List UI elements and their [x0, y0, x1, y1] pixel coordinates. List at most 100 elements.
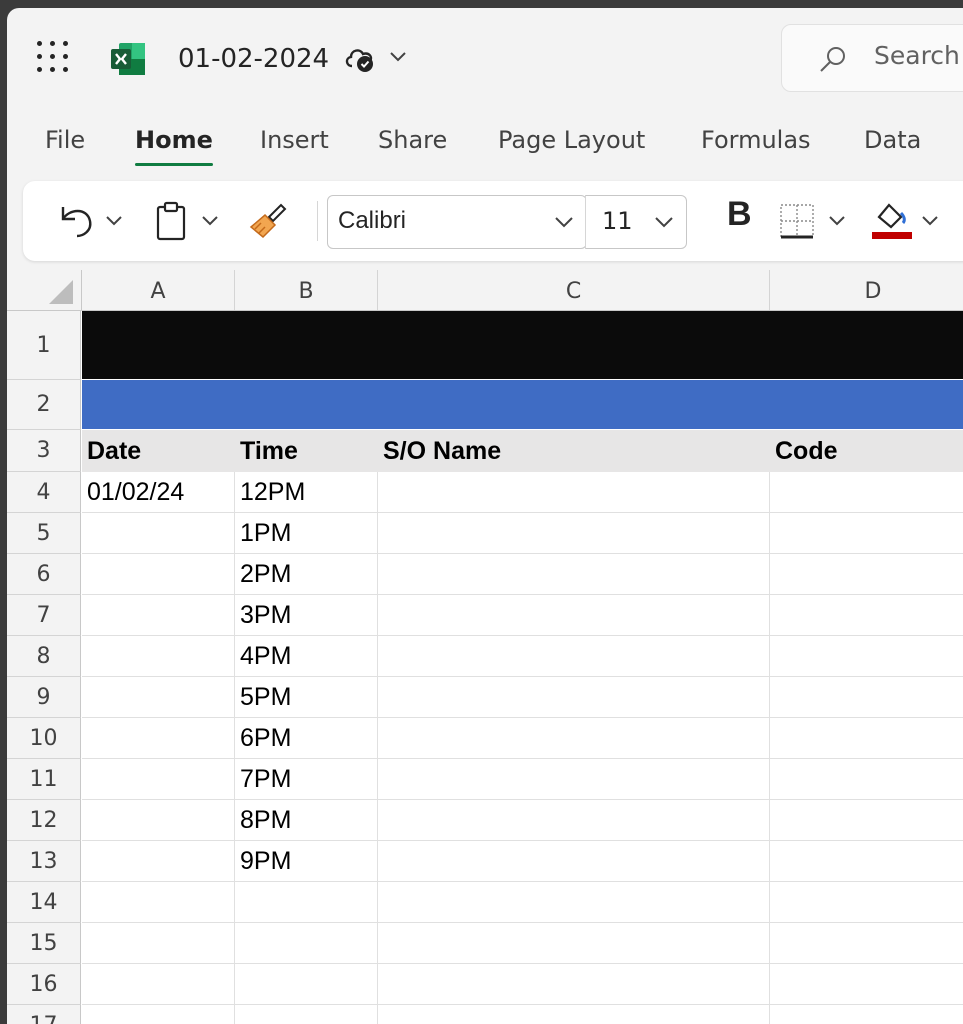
- table-cell[interactable]: [770, 1005, 963, 1024]
- tab-page-layout[interactable]: Page Layout: [498, 124, 645, 156]
- row-header[interactable]: 2: [7, 380, 81, 430]
- undo-icon[interactable]: [57, 203, 97, 239]
- table-cell[interactable]: [235, 882, 378, 923]
- table-cell[interactable]: [82, 595, 235, 636]
- table-cell[interactable]: [378, 759, 770, 800]
- row-header[interactable]: 17: [7, 1005, 81, 1024]
- font-name-dropdown[interactable]: Calibri: [327, 195, 587, 249]
- table-cell[interactable]: [770, 636, 963, 677]
- row-header[interactable]: 14: [7, 882, 81, 923]
- row-header[interactable]: 6: [7, 554, 81, 595]
- table-cell[interactable]: [378, 964, 770, 1005]
- table-cell[interactable]: [378, 677, 770, 718]
- fill-color-icon[interactable]: [871, 199, 913, 241]
- table-cell[interactable]: [82, 841, 235, 882]
- table-cell[interactable]: [378, 636, 770, 677]
- table-cell[interactable]: [770, 677, 963, 718]
- table-cell[interactable]: [82, 1005, 235, 1024]
- table-cell[interactable]: 01/02/24: [82, 472, 235, 513]
- table-cell[interactable]: [770, 595, 963, 636]
- row-header[interactable]: 11: [7, 759, 81, 800]
- row-header[interactable]: 7: [7, 595, 81, 636]
- select-all-button[interactable]: [7, 270, 82, 310]
- row-header[interactable]: 10: [7, 718, 81, 759]
- table-cell[interactable]: 12PM: [235, 472, 378, 513]
- table-cell[interactable]: [770, 923, 963, 964]
- table-cell[interactable]: [770, 513, 963, 554]
- tab-file[interactable]: File: [45, 124, 85, 156]
- table-cell[interactable]: [770, 800, 963, 841]
- table-cell[interactable]: [235, 923, 378, 964]
- table-cell[interactable]: 6PM: [235, 718, 378, 759]
- table-cell[interactable]: [82, 923, 235, 964]
- table-cell[interactable]: [82, 636, 235, 677]
- table-cell[interactable]: [82, 677, 235, 718]
- table-cell[interactable]: [378, 595, 770, 636]
- row-header[interactable]: 5: [7, 513, 81, 554]
- column-header-c[interactable]: C: [378, 270, 770, 310]
- table-cell[interactable]: [82, 718, 235, 759]
- header-cell[interactable]: S/O Name: [378, 430, 770, 472]
- format-painter-icon[interactable]: [247, 203, 287, 239]
- accent-band-row[interactable]: [82, 380, 963, 429]
- table-cell[interactable]: [770, 759, 963, 800]
- header-cell[interactable]: Date: [82, 430, 235, 472]
- tab-formulas[interactable]: Formulas: [701, 124, 811, 156]
- tab-home[interactable]: Home: [135, 124, 213, 156]
- title-band-row[interactable]: [82, 311, 963, 379]
- row-header[interactable]: 3: [7, 430, 81, 472]
- tab-data[interactable]: Data: [864, 124, 921, 156]
- spreadsheet-grid[interactable]: A B C D 1 2 3 Date Time S/O Name Code 4 01/02/24…: [7, 270, 963, 1024]
- table-cell[interactable]: 5PM: [235, 677, 378, 718]
- paste-icon[interactable]: [155, 201, 189, 241]
- table-cell[interactable]: [82, 800, 235, 841]
- bold-button[interactable]: B: [727, 195, 752, 234]
- search-box[interactable]: Search: [781, 24, 963, 92]
- table-cell[interactable]: 3PM: [235, 595, 378, 636]
- undo-dropdown-chevron-icon[interactable]: [105, 215, 123, 227]
- excel-logo-icon[interactable]: [111, 43, 145, 75]
- font-size-dropdown[interactable]: 11: [585, 195, 687, 249]
- table-cell[interactable]: [378, 554, 770, 595]
- row-header[interactable]: 8: [7, 636, 81, 677]
- table-cell[interactable]: [770, 841, 963, 882]
- table-cell[interactable]: [378, 1005, 770, 1024]
- cloud-saved-icon[interactable]: [343, 44, 377, 74]
- table-cell[interactable]: [378, 882, 770, 923]
- row-header[interactable]: 15: [7, 923, 81, 964]
- table-cell[interactable]: 9PM: [235, 841, 378, 882]
- table-cell[interactable]: [378, 800, 770, 841]
- table-cell[interactable]: [770, 882, 963, 923]
- table-cell[interactable]: [82, 513, 235, 554]
- table-cell[interactable]: 1PM: [235, 513, 378, 554]
- row-header[interactable]: 16: [7, 964, 81, 1005]
- table-cell[interactable]: [235, 964, 378, 1005]
- tab-insert[interactable]: Insert: [260, 124, 329, 156]
- table-cell[interactable]: [378, 923, 770, 964]
- document-title[interactable]: 01-02-2024: [178, 42, 329, 76]
- table-cell[interactable]: 2PM: [235, 554, 378, 595]
- table-cell[interactable]: 8PM: [235, 800, 378, 841]
- app-launcher-icon[interactable]: [37, 41, 73, 77]
- table-cell[interactable]: [378, 841, 770, 882]
- row-header[interactable]: 9: [7, 677, 81, 718]
- table-cell[interactable]: [82, 759, 235, 800]
- table-cell[interactable]: [378, 513, 770, 554]
- header-cell[interactable]: Time: [235, 430, 378, 472]
- paste-dropdown-chevron-icon[interactable]: [201, 215, 219, 227]
- table-cell[interactable]: [82, 882, 235, 923]
- row-header[interactable]: 13: [7, 841, 81, 882]
- table-cell[interactable]: [82, 554, 235, 595]
- table-cell[interactable]: [770, 472, 963, 513]
- row-header[interactable]: 4: [7, 472, 81, 513]
- column-header-a[interactable]: A: [82, 270, 235, 310]
- chevron-down-icon[interactable]: [389, 50, 407, 64]
- search-input[interactable]: Search: [874, 41, 960, 70]
- row-header[interactable]: 1: [7, 311, 81, 380]
- table-cell[interactable]: [235, 1005, 378, 1024]
- row-header[interactable]: 12: [7, 800, 81, 841]
- borders-dropdown-chevron-icon[interactable]: [828, 215, 846, 227]
- table-cell[interactable]: 4PM: [235, 636, 378, 677]
- table-cell[interactable]: [770, 964, 963, 1005]
- table-cell[interactable]: 7PM: [235, 759, 378, 800]
